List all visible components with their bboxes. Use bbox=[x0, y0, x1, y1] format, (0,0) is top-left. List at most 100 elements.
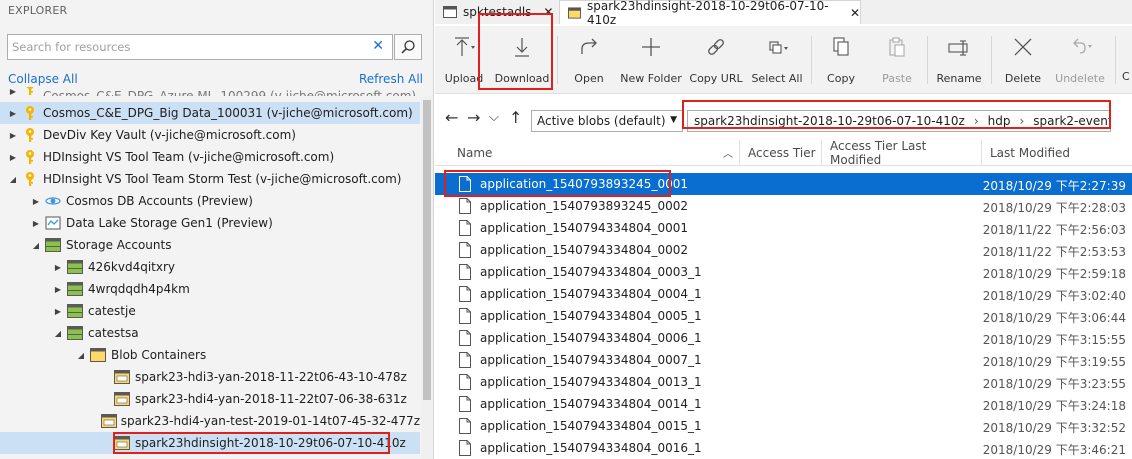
tab-spktestadls[interactable]: spktestadls ✕ bbox=[435, 0, 559, 24]
tree-item-label: Cosmos_C&E_DPG_Azure ML_100299 (v-jiche@… bbox=[43, 89, 417, 96]
blob-view-select[interactable]: Active blobs (default) ▼ bbox=[531, 110, 683, 132]
tree-item[interactable]: spark23-hdi3-yan-2018-11-22t06-43-10-478… bbox=[0, 366, 420, 388]
file-icon bbox=[459, 242, 471, 258]
clear-search-icon[interactable]: ✕ bbox=[372, 38, 384, 54]
open-button[interactable]: Open bbox=[567, 26, 611, 94]
collapsed-arrow-icon[interactable]: ▶ bbox=[31, 197, 41, 206]
tree-item[interactable]: ▶ 4wrqdqdh4p4km bbox=[0, 278, 420, 300]
delete-icon bbox=[1014, 38, 1032, 56]
select-all-icon bbox=[769, 41, 788, 54]
tree-item[interactable]: ▶ DevDiv Key Vault (v-jiche@microsoft.com… bbox=[0, 124, 420, 146]
tree-item[interactable]: ▶ Cosmos_C&E_DPG_Big Data_100031 (v-jiche… bbox=[0, 102, 420, 124]
file-last-modified: 2018/10/29 下午3:02:40 bbox=[982, 289, 1126, 303]
table-row[interactable]: application_1540793893245_0001 2018/10/29… bbox=[435, 173, 1132, 195]
tree-item[interactable]: spark23-hdi4-yan-2018-11-22t07-06-38-631… bbox=[0, 388, 420, 410]
column-header-name[interactable]: Name ︿ bbox=[449, 140, 740, 166]
explorer-scroll-thumb[interactable] bbox=[423, 100, 431, 400]
expanded-arrow-icon[interactable]: ◢ bbox=[76, 351, 86, 360]
dropdown-caret-icon: ▼ bbox=[670, 115, 677, 125]
copy-button[interactable]: Copy bbox=[821, 26, 861, 94]
explorer-title: EXPLORER bbox=[8, 4, 68, 17]
table-row[interactable]: application_1540794334804_0015_1 2018/10/… bbox=[435, 415, 1132, 437]
file-icon bbox=[459, 308, 471, 324]
forward-arrow-icon[interactable]: → bbox=[467, 108, 480, 127]
upload-button[interactable]: Upload bbox=[441, 26, 487, 94]
undelete-button[interactable]: Undelete bbox=[1055, 26, 1105, 94]
blob-editor: spktestadls ✕ spark23hdinsight-2018-10-2… bbox=[435, 0, 1132, 459]
rename-button[interactable]: Rename bbox=[936, 26, 982, 94]
plus-icon bbox=[642, 38, 660, 56]
storage-icon bbox=[66, 325, 84, 341]
tree-item[interactable]: spark23hdinsight-2018-10-29t06-07-10-410… bbox=[0, 432, 420, 454]
new-folder-button[interactable]: New Folder bbox=[620, 26, 682, 94]
table-row[interactable]: application_1540794334804_0007_1 2018/10/… bbox=[435, 349, 1132, 371]
breadcrumb-spark2-events[interactable]: spark2-events bbox=[1033, 114, 1110, 128]
column-header-access-tier-last-modified[interactable]: Access Tier Last Modified bbox=[822, 139, 982, 167]
collapsed-arrow-icon[interactable]: ▶ bbox=[53, 285, 63, 294]
tree-item-label: HDInsight VS Tool Team (v-jiche@microsof… bbox=[43, 150, 335, 164]
breadcrumb[interactable]: spark23hdinsight-2018-10-29t06-07-10-410… bbox=[687, 110, 1111, 132]
tree-item[interactable]: ▶ Cosmos_C&E_DPG_Azure ML_100299 (v-jiche… bbox=[0, 87, 420, 96]
tree-item[interactable]: ◢ HDInsight VS Tool Team Storm Test (v-ji… bbox=[0, 168, 420, 190]
collapse-all-link[interactable]: Collapse All bbox=[8, 72, 78, 86]
table-row[interactable]: application_1540794334804_0016_1 2018/10/… bbox=[435, 437, 1132, 459]
copy-url-button[interactable]: Copy URL bbox=[689, 26, 743, 94]
table-row[interactable]: application_1540794334804_0002 2018/11/22… bbox=[435, 239, 1132, 261]
collapsed-arrow-icon[interactable]: ▶ bbox=[8, 109, 18, 118]
column-header-last-modified[interactable]: Last Modified bbox=[982, 140, 1132, 166]
expanded-arrow-icon[interactable]: ◢ bbox=[8, 175, 18, 184]
table-row[interactable]: application_1540794334804_0003_1 2018/10/… bbox=[435, 261, 1132, 283]
tree-item[interactable]: ▶ Cosmos DB Accounts (Preview) bbox=[0, 190, 420, 212]
paste-icon bbox=[889, 37, 905, 57]
table-row[interactable]: application_1540794334804_0013_1 2018/10/… bbox=[435, 371, 1132, 393]
table-row[interactable]: application_1540793893245_0002 2018/10/29… bbox=[435, 195, 1132, 217]
tree-item[interactable]: ▶ HDInsight VS Tool Team (v-jiche@microso… bbox=[0, 146, 420, 168]
search-icon bbox=[401, 40, 415, 54]
search-button[interactable] bbox=[394, 34, 422, 60]
collapsed-arrow-icon[interactable]: ▶ bbox=[31, 219, 41, 228]
table-row[interactable]: application_1540794334804_0006_1 2018/10/… bbox=[435, 327, 1132, 349]
file-name: application_1540793893245_0001 bbox=[480, 177, 688, 191]
tree-item-label: Cosmos DB Accounts (Preview) bbox=[66, 194, 253, 208]
collapsed-arrow-icon[interactable]: ▶ bbox=[53, 263, 63, 272]
table-row[interactable]: application_1540794334804_0004_1 2018/10/… bbox=[435, 283, 1132, 305]
breadcrumb-container[interactable]: spark23hdinsight-2018-10-29t06-07-10-410… bbox=[694, 114, 965, 128]
tree-item[interactable]: ▶ Data Lake Storage Gen1 (Preview) bbox=[0, 212, 420, 234]
refresh-all-link[interactable]: Refresh All bbox=[359, 72, 423, 86]
close-icon[interactable]: ✕ bbox=[850, 6, 860, 20]
tree-item[interactable]: ▶ catestje bbox=[0, 300, 420, 322]
table-row[interactable]: application_1540794334804_0001 2018/11/22… bbox=[435, 217, 1132, 239]
tree-item[interactable]: ◢ Storage Accounts bbox=[0, 234, 420, 256]
key-icon bbox=[21, 149, 39, 165]
tree-item[interactable]: ▶ 426kvd4qitxry bbox=[0, 256, 420, 278]
sort-ascending-icon: ︿ bbox=[723, 149, 733, 160]
paste-button[interactable]: Paste bbox=[877, 26, 917, 94]
table-row[interactable]: application_1540794334804_0014_1 2018/10/… bbox=[435, 393, 1132, 415]
delete-button[interactable]: Delete bbox=[1001, 26, 1045, 94]
download-button[interactable]: Download bbox=[492, 26, 552, 94]
search-input[interactable] bbox=[12, 38, 352, 56]
expanded-arrow-icon[interactable]: ◢ bbox=[53, 329, 63, 338]
column-header-access-tier[interactable]: Access Tier bbox=[740, 140, 822, 166]
file-last-modified: 2018/10/29 下午3:24:18 bbox=[982, 399, 1126, 413]
collapsed-arrow-icon[interactable]: ▶ bbox=[8, 131, 18, 140]
collapsed-arrow-icon[interactable]: ▶ bbox=[8, 87, 18, 96]
file-icon bbox=[459, 352, 471, 368]
file-last-modified: 2018/10/29 下午3:23:55 bbox=[982, 377, 1126, 391]
table-row[interactable]: application_1540794334804_0005_1 2018/10/… bbox=[435, 305, 1132, 327]
back-arrow-icon[interactable]: ← bbox=[445, 108, 458, 127]
file-icon bbox=[459, 330, 471, 346]
up-arrow-icon[interactable]: ↑ bbox=[509, 108, 522, 127]
chevron-down-icon[interactable]: ⌵ bbox=[489, 110, 499, 125]
tree-item[interactable]: ◢ catestsa bbox=[0, 322, 420, 344]
close-icon[interactable]: ✕ bbox=[543, 5, 553, 19]
breadcrumb-hdp[interactable]: hdp bbox=[988, 114, 1011, 128]
tab-container[interactable]: spark23hdinsight-2018-10-29t06-07-10-410… bbox=[559, 0, 861, 27]
collapsed-arrow-icon[interactable]: ▶ bbox=[8, 153, 18, 162]
file-name: application_1540794334804_0001 bbox=[480, 221, 688, 235]
tree-item[interactable]: ◢ Blob Containers bbox=[0, 344, 420, 366]
expanded-arrow-icon[interactable]: ◢ bbox=[31, 241, 41, 250]
tree-item[interactable]: spark23-hdi4-yan-test-2019-01-14t07-45-3… bbox=[0, 410, 420, 432]
collapsed-arrow-icon[interactable]: ▶ bbox=[53, 307, 63, 316]
select-all-button[interactable]: Select All bbox=[751, 26, 803, 94]
